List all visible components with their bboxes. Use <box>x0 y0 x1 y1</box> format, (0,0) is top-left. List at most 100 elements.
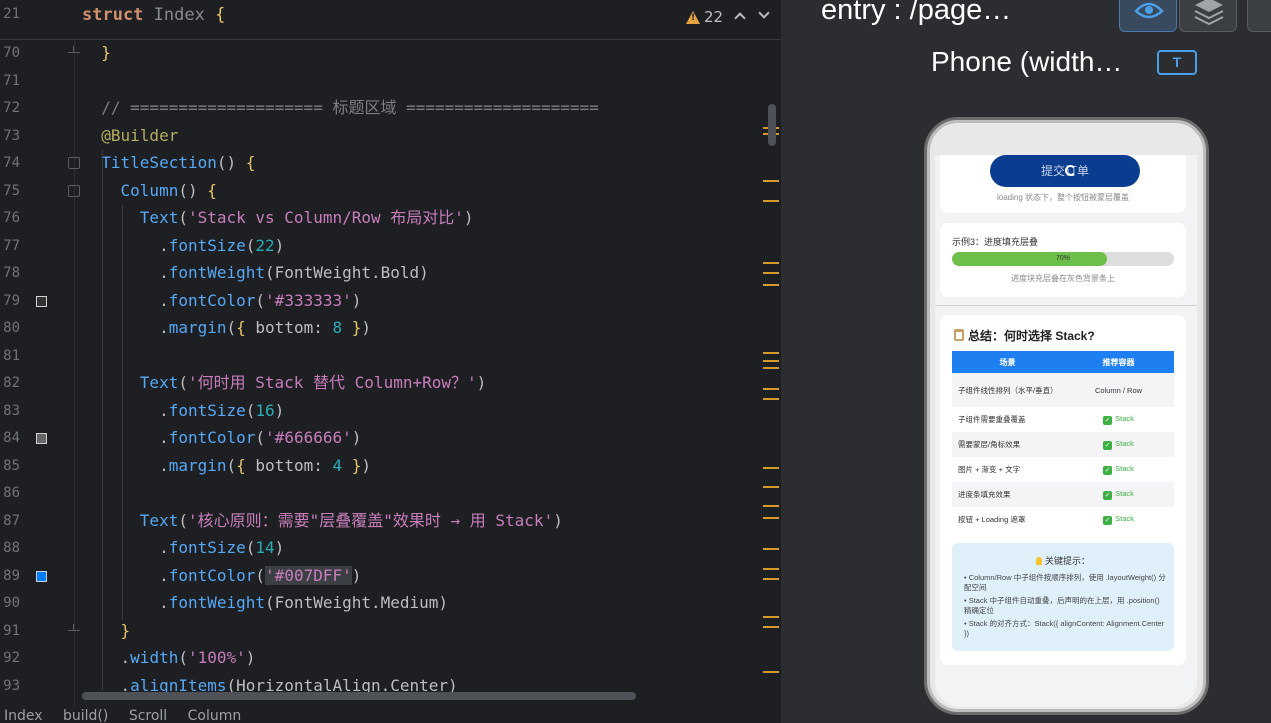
code-line[interactable]: .fontWeight(FontWeight.Medium) <box>82 592 448 614</box>
sticky-scope-header[interactable]: 21 struct Index { 22 <box>0 0 781 40</box>
scene-cell: 按钮 + Loading 遮罩 <box>958 515 1026 524</box>
warning-icon <box>686 10 700 24</box>
check-icon: ✓ <box>1103 416 1113 425</box>
container-label: Stack <box>1115 414 1134 423</box>
tips-title-text: 关键提示： <box>1044 556 1090 566</box>
code-line[interactable]: .fontWeight(FontWeight.Bold) <box>82 262 429 284</box>
summary-title-text: 总结：何时选择 Stack? <box>968 329 1095 343</box>
fold-end-marker[interactable] <box>68 46 80 58</box>
code-line[interactable]: .fontSize(16) <box>82 400 284 422</box>
table-row: 按钮 + Loading 遮罩 ✓ Stack <box>952 507 1174 532</box>
code-line[interactable]: .fontColor('#333333') <box>82 290 361 312</box>
scroll-marker[interactable] <box>763 505 779 507</box>
scroll-marker[interactable] <box>763 578 779 580</box>
code-line[interactable]: // ==================== 标题区域 ===========… <box>82 97 598 119</box>
table-body: 子组件线性排列（水平/垂直） Column / Row 子组件需要重叠覆盖 ✓ Stac… <box>952 373 1174 532</box>
code-line[interactable]: .fontSize(22) <box>82 235 284 257</box>
line-number: 81 <box>3 347 20 364</box>
container-label: Stack <box>1115 439 1134 448</box>
breadcrumb-item[interactable]: build() <box>63 708 108 723</box>
code-editor[interactable]: 70 71 72 73 74 75 76 77 78 79 80 81 82 83 84 85 86 87 88 89… <box>0 0 781 723</box>
code-line[interactable]: Text('Stack vs Column/Row 布局对比') <box>82 207 474 229</box>
line-number: 83 <box>3 402 20 419</box>
chevron-up-icon[interactable] <box>734 12 746 24</box>
more-toolbar-button[interactable] <box>1247 0 1271 32</box>
summary-table: 场景 推荐容器 子组件线性排列（水平/垂直） Column / Row 子组件需要重… <box>952 351 1174 532</box>
bulb-icon <box>1035 557 1042 565</box>
scroll-marker[interactable] <box>763 671 779 673</box>
scroll-marker[interactable] <box>763 367 779 369</box>
scroll-marker[interactable] <box>763 272 779 274</box>
scroll-marker[interactable] <box>763 360 779 362</box>
breadcrumb-item[interactable]: Index <box>4 708 43 723</box>
preview-page-title: entry : /page… <box>821 0 1012 26</box>
fold-end-marker[interactable] <box>68 623 80 636</box>
breadcrumb: Index build() Scroll Column <box>0 708 781 723</box>
indent-guide <box>122 205 123 620</box>
text-device-icon[interactable]: T <box>1157 50 1197 75</box>
code-line[interactable]: } <box>82 42 111 64</box>
phone-frame: 提交订单 loading 状态下，整个按钮被蒙层覆盖 示例3：进度填充层叠 70… <box>924 117 1209 715</box>
layers-toggle-button[interactable] <box>1179 0 1237 32</box>
line-number: 72 <box>3 100 20 116</box>
scroll-marker[interactable] <box>763 200 779 202</box>
fold-toggle[interactable] <box>68 157 80 169</box>
code-line[interactable]: .margin({ bottom: 4 }) <box>82 455 371 477</box>
breadcrumb-item[interactable]: Column <box>188 708 242 723</box>
code-line[interactable]: Text('何时用 Stack 替代 Column+Row？') <box>82 372 486 394</box>
sticky-keyword: struct <box>82 5 144 25</box>
scroll-marker[interactable] <box>763 262 779 264</box>
chevron-down-icon[interactable] <box>758 7 770 19</box>
scroll-marker[interactable] <box>763 388 779 390</box>
scroll-marker[interactable] <box>763 548 779 550</box>
code-line[interactable]: } <box>82 620 131 642</box>
scroll-marker[interactable] <box>763 284 779 286</box>
line-number: 82 <box>3 375 20 391</box>
check-icon: ✓ <box>1103 441 1113 450</box>
table-row: 图片 + 渐变 + 文字 ✓ Stack <box>952 457 1174 482</box>
sticky-line-number: 21 <box>3 6 20 22</box>
horizontal-scrollbar[interactable] <box>82 692 636 700</box>
code-line[interactable]: .margin({ bottom: 8 }) <box>82 317 371 339</box>
code-line[interactable]: .fontColor('#666666') <box>82 427 361 449</box>
code-line[interactable]: .fontSize(14) <box>82 537 284 559</box>
sticky-scope-code: struct Index { <box>82 5 225 25</box>
color-swatch[interactable] <box>36 295 47 307</box>
phone-screen[interactable]: 提交订单 loading 状态下，整个按钮被蒙层覆盖 示例3：进度填充层叠 70… <box>935 155 1197 707</box>
scroll-marker[interactable] <box>763 352 779 354</box>
line-number: 89 <box>3 567 20 584</box>
breadcrumb-item[interactable]: Scroll <box>129 708 167 723</box>
code-line[interactable]: @Builder <box>82 125 178 147</box>
code-line[interactable]: .fontColor('#007DFF') <box>82 565 361 587</box>
inspector-toggle-button[interactable] <box>1119 0 1177 32</box>
line-number: 71 <box>3 72 20 89</box>
scroll-marker[interactable] <box>763 517 779 519</box>
gutter-separator <box>74 0 75 723</box>
table-row: 子组件线性排列（水平/垂直） Column / Row <box>952 373 1174 407</box>
color-swatch[interactable] <box>36 433 47 444</box>
line-number: 77 <box>3 237 20 254</box>
device-selector[interactable]: Phone (width… <box>931 46 1122 78</box>
scroll-marker[interactable] <box>763 616 779 618</box>
code-line[interactable]: Text('核心原则：需要"层叠覆盖"效果时 → 用 Stack') <box>82 510 563 532</box>
warnings-indicator[interactable]: 22 <box>686 8 723 26</box>
vertical-scrollbar[interactable] <box>768 104 776 146</box>
container-label: Stack <box>1115 489 1134 498</box>
scroll-marker[interactable] <box>763 626 779 628</box>
scroll-marker[interactable] <box>763 398 779 400</box>
summary-title: 总结：何时选择 Stack? <box>954 327 1095 344</box>
code-line[interactable]: .width('100%') <box>82 647 256 669</box>
color-swatch[interactable] <box>36 570 47 582</box>
table-row: 子组件需要重叠覆盖 ✓ Stack <box>952 407 1174 432</box>
fold-toggle[interactable] <box>68 184 80 197</box>
section-divider <box>935 305 1197 306</box>
scroll-marker[interactable] <box>763 568 779 570</box>
code-line[interactable]: TitleSection() { <box>82 152 255 174</box>
header-scene: 场景 <box>999 357 1016 367</box>
scroll-marker[interactable] <box>763 467 779 469</box>
warning-count: 22 <box>704 8 724 26</box>
indent-guide <box>102 150 103 690</box>
scroll-marker[interactable] <box>763 486 779 488</box>
scene-cell: 子组件需要重叠覆盖 <box>958 415 1026 424</box>
scroll-marker[interactable] <box>763 180 779 182</box>
